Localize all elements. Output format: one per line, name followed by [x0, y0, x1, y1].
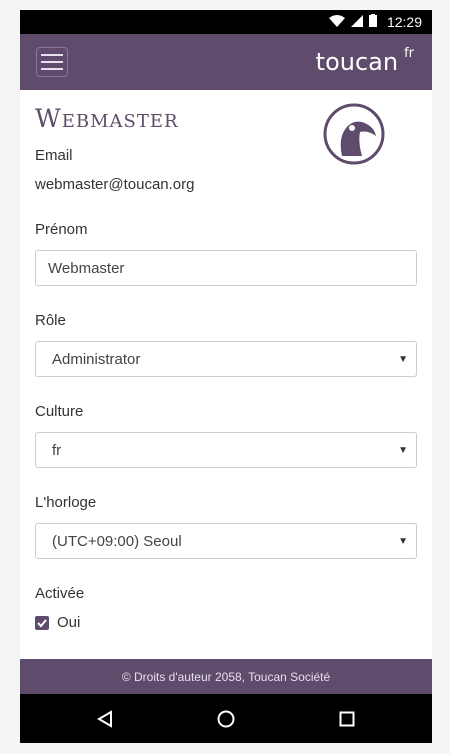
brand-suffix: fr	[404, 46, 414, 61]
profile-content: Webmaster Email webmaster@toucan.org Pré…	[20, 90, 432, 631]
chevron-down-icon: ▼	[398, 536, 408, 547]
activated-checkbox[interactable]	[35, 615, 49, 630]
activated-checkbox-row[interactable]: Oui	[35, 614, 417, 631]
check-icon	[37, 618, 47, 627]
home-button[interactable]	[211, 704, 241, 734]
home-icon	[217, 710, 235, 727]
battery-icon	[368, 14, 377, 30]
back-icon	[97, 709, 112, 728]
first-name-value: Webmaster	[48, 259, 125, 277]
timezone-select[interactable]: (UTC+09:00) Seoul ▼	[35, 523, 417, 559]
role-value: Administrator	[52, 350, 141, 368]
role-label: Rôle	[35, 312, 66, 329]
status-bar: 12:29	[20, 10, 432, 34]
recents-button[interactable]	[332, 704, 362, 734]
first-name-input[interactable]: Webmaster	[35, 250, 417, 286]
chevron-down-icon: ▼	[398, 445, 408, 456]
menu-icon	[41, 54, 63, 56]
role-select[interactable]: Administrator ▼	[35, 341, 417, 377]
back-button[interactable]	[90, 704, 120, 734]
signal-icon	[350, 14, 363, 30]
copyright-text: © Droits d'auteur 2058, Toucan Société	[121, 669, 331, 684]
email-value: webmaster@toucan.org	[35, 176, 195, 193]
culture-value: fr	[52, 441, 62, 459]
phone-screen: 12:29 toucan fr Webmaster Email webmaste…	[20, 10, 432, 743]
clock-time: 12:29	[386, 14, 422, 30]
chevron-down-icon: ▼	[398, 354, 408, 365]
toucan-icon	[322, 102, 386, 166]
first-name-label: Prénom	[35, 221, 88, 238]
clock-label: L'horloge	[35, 494, 97, 511]
brand-logo[interactable]: toucan fr	[315, 46, 414, 76]
recents-icon	[339, 711, 355, 726]
android-nav-bar	[20, 694, 432, 743]
culture-select[interactable]: fr ▼	[35, 432, 417, 468]
culture-label: Culture	[35, 403, 84, 420]
menu-button[interactable]	[36, 47, 68, 77]
timezone-value: (UTC+09:00) Seoul	[52, 532, 182, 550]
wifi-icon	[328, 14, 345, 30]
footer: © Droits d'auteur 2058, Toucan Société	[20, 659, 432, 694]
activated-label: Activée	[35, 585, 85, 602]
activated-option-label: Oui	[57, 614, 81, 631]
brand-name: toucan	[315, 48, 399, 76]
top-navbar: toucan fr	[20, 34, 432, 90]
